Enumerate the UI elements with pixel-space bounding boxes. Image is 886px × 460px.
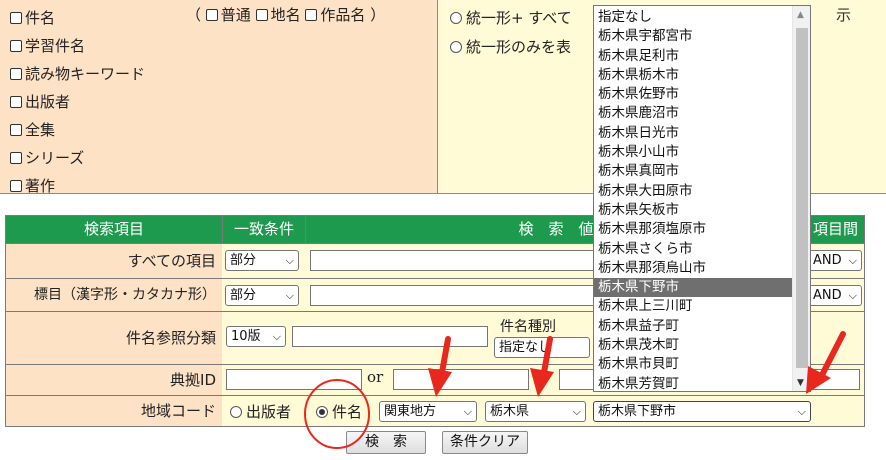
red-arrow-head-icon — [428, 368, 452, 397]
red-circle-highlight — [304, 379, 370, 449]
red-arrow-icon — [818, 331, 846, 380]
annotation-overlay — [304, 331, 846, 449]
red-arrow-head-icon — [530, 368, 554, 397]
